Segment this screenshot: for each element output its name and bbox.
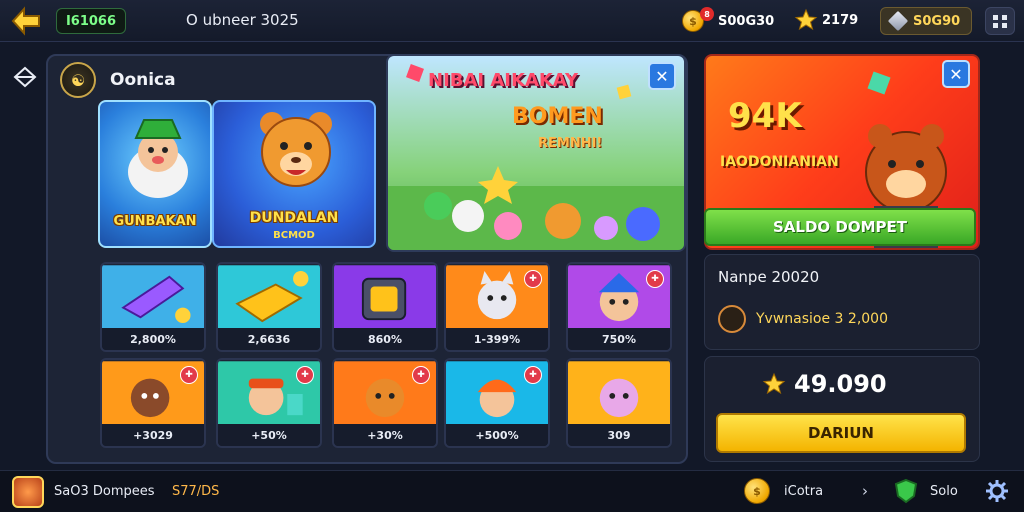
- banner-close-button[interactable]: ✕: [648, 62, 676, 90]
- tile-value: 1-399%: [446, 328, 548, 350]
- star-icon: [794, 8, 818, 31]
- plus-badge-icon: ✚: [296, 366, 314, 384]
- tile-value: +500%: [446, 424, 548, 446]
- character-pink-creature-icon: [568, 361, 670, 427]
- coin-shortcut-label[interactable]: iCotra: [784, 484, 823, 499]
- diamond-nav-icon[interactable]: [12, 66, 38, 88]
- shop-title: Oonica: [110, 70, 176, 90]
- coin-icon: $: [744, 478, 770, 504]
- page-title: O ubneer 3025: [186, 11, 299, 29]
- feature-card-2-sub: BCMOD: [273, 230, 315, 241]
- feature-card-1[interactable]: GUNBAKAN: [98, 100, 212, 248]
- menu-button[interactable]: [985, 7, 1015, 35]
- buy-button[interactable]: DARIUN: [716, 413, 966, 453]
- tile-value: +30%: [334, 424, 436, 446]
- close-icon: ✕: [655, 66, 669, 86]
- feature-card-2[interactable]: DUNDALAN BCMOD: [212, 100, 376, 248]
- saldo-shortcut-label[interactable]: Solo: [930, 484, 958, 499]
- chevron-right-icon[interactable]: ›: [862, 482, 868, 500]
- tool-icon: [718, 305, 746, 333]
- plus-badge-icon: ✚: [646, 270, 664, 288]
- player-balance: S77/DS: [172, 484, 220, 499]
- plus-badge-icon: ✚: [412, 366, 430, 384]
- coin-balance-value: S00G30: [718, 13, 775, 29]
- reward-tile[interactable]: ✚ 750%: [566, 262, 672, 352]
- gem-balance[interactable]: S0G90: [880, 7, 972, 35]
- feature-card-1-label: GUNBAKAN: [113, 214, 197, 229]
- plus-badge-icon: ✚: [524, 270, 542, 288]
- menu-grid-icon: [993, 15, 1007, 28]
- treasure-box-icon: [334, 265, 436, 331]
- reward-tile[interactable]: 309: [566, 358, 672, 448]
- banner-subtitle: REMNHI!: [538, 136, 603, 151]
- coin-notice-badge: 8: [700, 7, 714, 21]
- reward-tile[interactable]: 2,6636: [216, 262, 322, 352]
- plus-badge-icon: ✚: [524, 366, 542, 384]
- reward-tile[interactable]: ✚ +50%: [216, 358, 322, 448]
- tile-value: 2,800%: [102, 328, 204, 350]
- promo-close-button[interactable]: ✕: [942, 60, 970, 88]
- reward-tile[interactable]: ✚ +3029: [100, 358, 206, 448]
- reward-tile[interactable]: 860%: [332, 262, 438, 352]
- promo-amount: 94K: [728, 96, 802, 136]
- reward-tile[interactable]: ✚ 1-399%: [444, 262, 550, 352]
- reward-tile[interactable]: ✚ +30%: [332, 358, 438, 448]
- star-balance-value: 2179: [822, 12, 859, 28]
- close-icon: ✕: [949, 64, 963, 84]
- player-id-badge: I61066: [56, 8, 126, 34]
- item-name: Nanpe 20020: [718, 268, 820, 286]
- banner-title: BOMEN: [512, 104, 603, 129]
- star-icon: [762, 372, 786, 395]
- gold-ticket-icon: [218, 265, 320, 331]
- gem-icon: [887, 10, 909, 32]
- banner-headline: NIBAI AIKAKAY: [428, 70, 579, 91]
- tile-value: +3029: [102, 424, 204, 446]
- event-banner[interactable]: NIBAI AIKAKAY BOMEN REMNHI!: [386, 54, 686, 252]
- feature-card-2-label: DUNDALAN: [249, 210, 339, 226]
- coin-balance[interactable]: $ 8 S00G30: [682, 7, 775, 34]
- top-bar: [0, 0, 1024, 42]
- star-balance[interactable]: 2179: [794, 8, 858, 32]
- crystal-blade-icon: [102, 265, 204, 331]
- reward-tile[interactable]: ✚ +500%: [444, 358, 550, 448]
- player-name: SaO3 Dompees: [54, 484, 155, 499]
- shield-icon[interactable]: [894, 478, 918, 504]
- shop-logo-icon: ☯: [60, 62, 96, 98]
- saldo-dompet-button[interactable]: SALDO DOMPET: [704, 208, 976, 246]
- tile-value: 309: [568, 424, 670, 446]
- back-arrow-icon[interactable]: [10, 6, 42, 36]
- reward-tile[interactable]: 2,800%: [100, 262, 206, 352]
- promo-subtitle: IAODONIANIAN: [720, 154, 839, 170]
- tile-value: 750%: [568, 328, 670, 350]
- character-gnome-icon: [128, 119, 188, 198]
- avatar[interactable]: [12, 476, 44, 508]
- settings-gear-icon[interactable]: [984, 478, 1010, 504]
- plus-badge-icon: ✚: [180, 366, 198, 384]
- coin-shortcut[interactable]: $: [744, 478, 770, 504]
- tile-value: 2,6636: [218, 328, 320, 350]
- item-detail: Yvwnasioe 3 2,000: [756, 311, 888, 327]
- tile-value: +50%: [218, 424, 320, 446]
- gem-balance-value: S0G90: [913, 13, 961, 29]
- price-display: 49.090: [762, 370, 887, 398]
- character-bear-icon: [260, 112, 332, 187]
- price-value: 49.090: [794, 370, 887, 398]
- tile-value: 860%: [334, 328, 436, 350]
